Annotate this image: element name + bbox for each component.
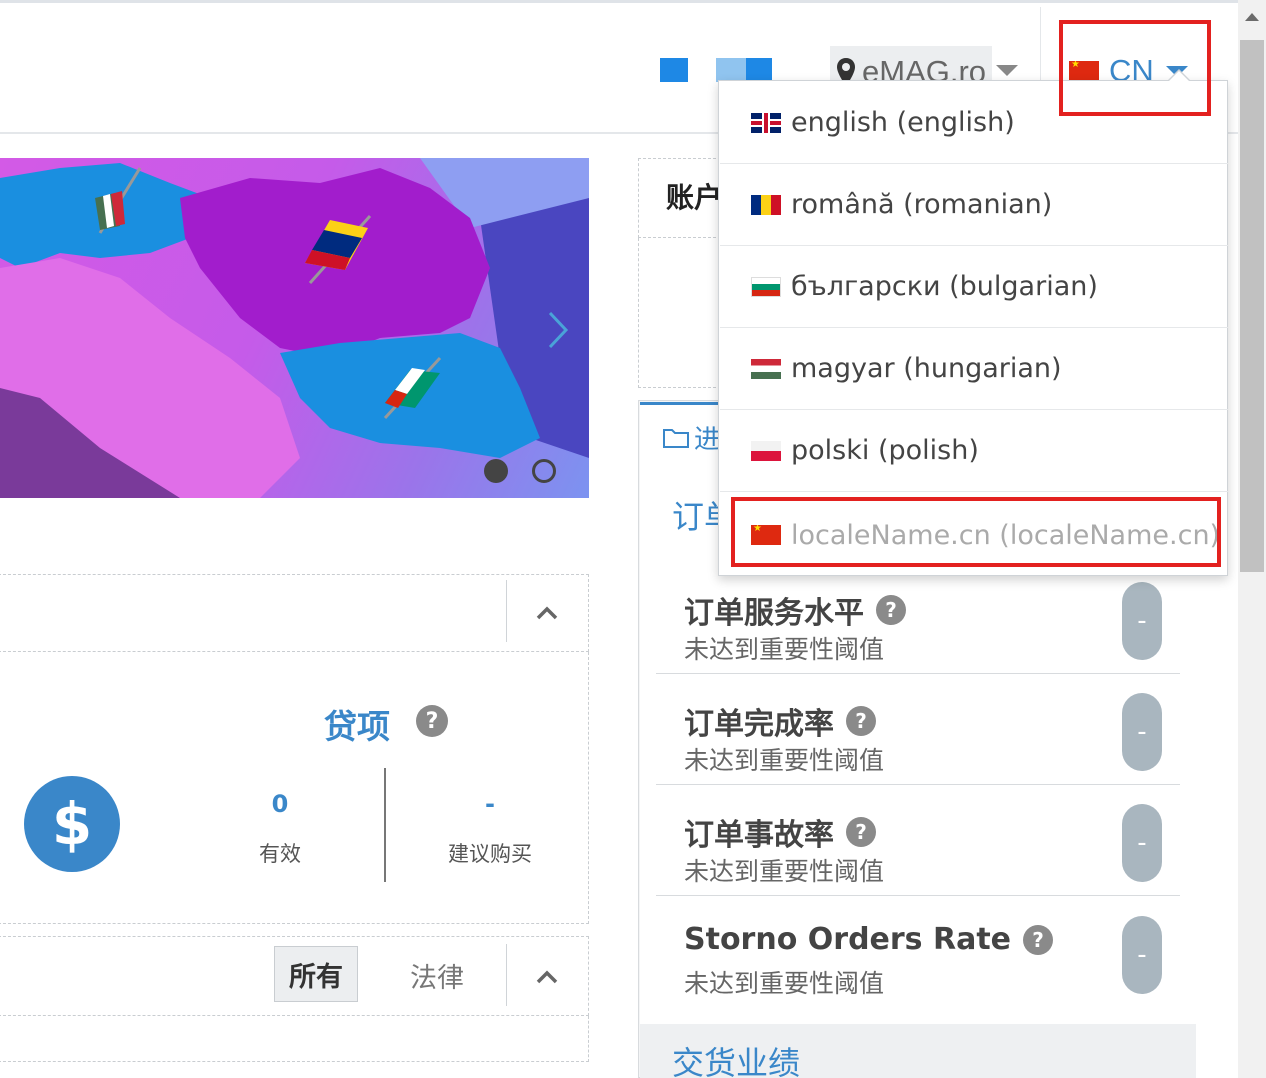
- dollar-icon: $: [24, 776, 120, 872]
- section-divider: [506, 580, 507, 642]
- metric-subtitle: 未达到重要性阈值: [684, 635, 885, 664]
- metric-storno-orders-rate: Storno Orders Rate ? 未达到重要性阈值 -: [656, 898, 1180, 1008]
- language-option-hungarian[interactable]: magyar (hungarian): [720, 328, 1228, 410]
- carousel-dot-1[interactable]: [484, 459, 508, 483]
- filter-legal-button[interactable]: 法律: [400, 948, 474, 1002]
- help-icon[interactable]: ?: [846, 817, 876, 847]
- filters-body: [0, 1016, 589, 1062]
- metric-value-badge: -: [1122, 916, 1162, 994]
- hu-flag-icon: [751, 358, 781, 379]
- active-loans-value: 0: [271, 790, 289, 818]
- metric-order-defect-rate: 订单事故率 ? 未达到重要性阈值 -: [656, 786, 1180, 896]
- cn-flag-icon: [1069, 61, 1099, 81]
- metric-value-badge: -: [1122, 693, 1162, 771]
- metric-title-text: Storno Orders Rate: [684, 922, 1012, 957]
- scroll-up-icon[interactable]: [1245, 13, 1259, 21]
- language-option-label: български (bulgarian): [791, 271, 1098, 302]
- pl-flag-icon: [751, 440, 781, 461]
- page: eMAG.ro CN: [0, 0, 1266, 1078]
- metric-subtitle: 未达到重要性阈值: [684, 969, 885, 998]
- language-option-label: magyar (hungarian): [791, 353, 1062, 384]
- folder-icon: [663, 428, 689, 448]
- chevron-up-icon[interactable]: [536, 966, 558, 988]
- filters-divider: [506, 944, 507, 1006]
- metric-title: 订单事故率 ?: [684, 810, 876, 854]
- metric-title-text: 订单服务水平: [684, 596, 864, 631]
- help-icon[interactable]: ?: [846, 706, 876, 736]
- help-icon[interactable]: ?: [1023, 924, 1054, 955]
- promo-banner[interactable]: [0, 158, 589, 498]
- metric-title-text: 订单事故率: [684, 818, 834, 853]
- metric-title: Storno Orders Rate ?: [684, 922, 1054, 957]
- chevron-up-icon[interactable]: [536, 602, 558, 624]
- language-option-label: english (english): [791, 107, 1015, 138]
- language-option-label: română (romanian): [791, 189, 1053, 220]
- bg-flag-icon: [751, 276, 781, 297]
- loans-title: 贷项: [324, 707, 390, 746]
- gb-flag-icon: [751, 112, 781, 133]
- help-icon[interactable]: ?: [876, 595, 906, 625]
- suggested-loans-label: 建议购买: [448, 842, 532, 866]
- suggested-loans-value: -: [485, 790, 495, 818]
- collapsed-section-header: [0, 574, 589, 652]
- language-option-romanian[interactable]: română (romanian): [720, 164, 1228, 246]
- help-icon[interactable]: ?: [416, 705, 448, 737]
- metric-subtitle: 未达到重要性阈值: [684, 857, 885, 886]
- language-option-label: localeName.cn (localeName.cn): [791, 519, 1221, 551]
- language-option-chinese[interactable]: localeName.cn (localeName.cn): [720, 494, 1228, 576]
- cn-flag-icon: [751, 525, 781, 545]
- metric-order-service-level: 订单服务水平 ? 未达到重要性阈值 -: [656, 564, 1180, 674]
- metric-title: 订单服务水平 ?: [684, 588, 906, 632]
- stats-divider: [384, 768, 386, 882]
- metric-title-text: 订单完成率: [684, 707, 834, 742]
- ro-flag-icon: [751, 194, 781, 215]
- language-option-polish[interactable]: polski (polish): [720, 410, 1228, 492]
- metric-order-fulfillment-rate: 订单完成率 ? 未达到重要性阈值 -: [656, 675, 1180, 785]
- carousel-dot-2[interactable]: [532, 459, 556, 483]
- metric-value-badge: -: [1122, 804, 1162, 882]
- store-caret-icon[interactable]: [996, 65, 1018, 76]
- language-option-english[interactable]: english (english): [720, 82, 1228, 164]
- language-option-bulgarian[interactable]: български (bulgarian): [720, 246, 1228, 328]
- account-title: 账户: [666, 181, 723, 214]
- metric-subtitle: 未达到重要性阈值: [684, 746, 885, 775]
- tab-progress[interactable]: 进: [640, 402, 724, 470]
- active-loans-label: 有效: [259, 842, 301, 866]
- scrollbar-thumb[interactable]: [1240, 40, 1264, 572]
- filter-all-button[interactable]: 所有: [274, 946, 358, 1002]
- metric-title: 订单完成率 ?: [684, 699, 876, 743]
- tab-progress-label: 进: [694, 425, 721, 455]
- language-dropdown: english (english) română (romanian) бълг…: [718, 69, 1228, 576]
- metric-value-badge: -: [1122, 582, 1162, 660]
- map-illustration: [0, 158, 589, 498]
- delivery-heading: 交货业绩: [672, 1044, 801, 1078]
- language-option-label: polski (polish): [791, 435, 979, 466]
